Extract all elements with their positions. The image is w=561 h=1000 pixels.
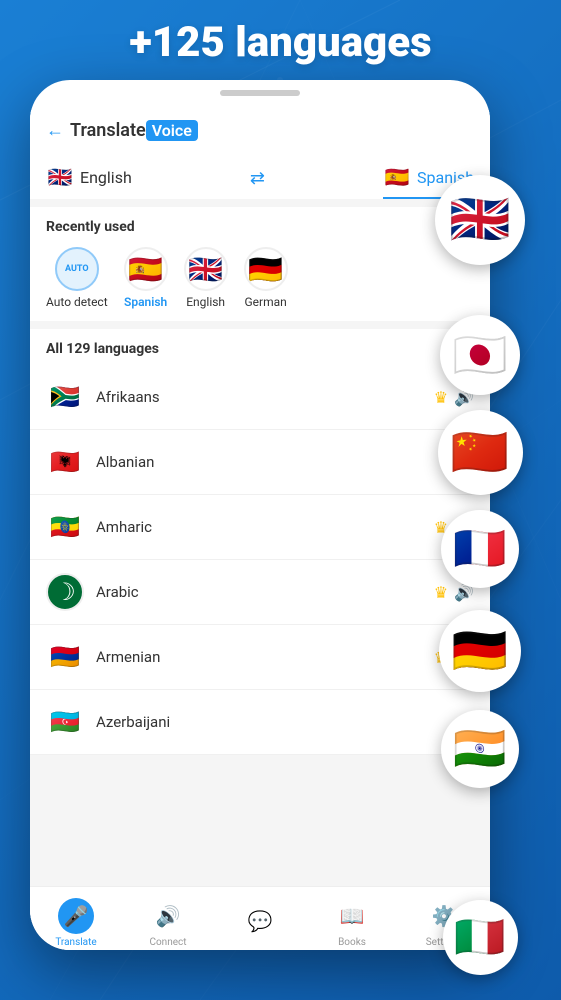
auto-detect-icon: AUTO <box>55 247 99 291</box>
bottom-navigation: 🎤 Translate 🔊 Connect 💬 📖 Bo <box>30 886 490 950</box>
side-flag-uk: 🇬🇧 <box>435 175 525 265</box>
nav-item-connect[interactable]: 🔊 Connect <box>122 890 214 948</box>
logo-voice: Voice <box>146 120 198 141</box>
source-flag: 🇬🇧 <box>46 163 74 191</box>
connect-nav-label: Connect <box>149 937 186 948</box>
azerbaijani-flag: 🇦🇿 <box>46 703 84 741</box>
side-flag-germany: 🇩🇪 <box>439 610 521 692</box>
amharic-flag: 🇪🇹 <box>46 508 84 546</box>
app-bar-left: ← TranslateVoice <box>46 120 198 141</box>
app-logo: TranslateVoice <box>70 120 198 141</box>
books-nav-label: Books <box>338 937 366 948</box>
side-flag-india: 🇮🇳 <box>441 710 519 788</box>
side-flag-france: 🇫🇷 <box>441 510 519 588</box>
recent-item-auto[interactable]: AUTO Auto detect <box>46 247 108 309</box>
list-item-azerbaijani[interactable]: 🇦🇿 Azerbaijani <box>30 690 490 755</box>
list-item-amharic[interactable]: 🇪🇹 Amharic ♛ 🔊 <box>30 495 490 560</box>
side-flag-italy: 🇮🇹 <box>443 900 518 975</box>
books-nav-icon-wrap: 📖 <box>334 898 370 934</box>
albanian-label: Albanian <box>96 453 462 471</box>
nav-item-translate[interactable]: 🎤 Translate <box>30 890 122 948</box>
logo-translate: Translate <box>70 120 146 141</box>
crown-icon: ♛ <box>434 388 448 407</box>
all-languages-section: All 129 languages <box>30 329 490 365</box>
albanian-flag: 🇦🇱 <box>46 443 84 481</box>
books-nav-icon: 📖 <box>340 904 365 928</box>
german-flag: 🇩🇪 <box>244 247 288 291</box>
list-item-afrikaans[interactable]: 🇿🇦 Afrikaans ♛ 🔊 <box>30 365 490 430</box>
source-language-label: English <box>80 168 132 187</box>
target-flag: 🇪🇸 <box>383 163 411 191</box>
list-item-arabic[interactable]: ☽ Arabic ♛ 🔊 <box>30 560 490 625</box>
spanish-label: Spanish <box>124 295 167 309</box>
amharic-label: Amharic <box>96 518 422 536</box>
afrikaans-label: Afrikaans <box>96 388 422 406</box>
back-arrow-icon[interactable]: ← <box>46 120 64 141</box>
translate-nav-icon: 🎤 <box>64 904 89 928</box>
crown-icon-arabic: ♛ <box>434 583 448 602</box>
connect-nav-icon-wrap: 🔊 <box>150 898 186 934</box>
auto-detect-label: Auto detect <box>46 295 108 309</box>
app-bar: ← TranslateVoice <box>30 110 490 149</box>
header-text: +125 languages <box>0 18 561 67</box>
list-item-armenian[interactable]: 🇦🇲 Armenian ♛ 🔊 <box>30 625 490 690</box>
chat-nav-icon-wrap: 💬 <box>242 903 278 939</box>
recent-item-spanish[interactable]: 🇪🇸 Spanish <box>124 247 168 309</box>
azerbaijani-label: Azerbaijani <box>96 713 462 731</box>
arabic-label: Arabic <box>96 583 422 601</box>
nav-item-chat[interactable]: 💬 <box>214 895 306 942</box>
side-flag-china: 🇨🇳 <box>438 410 523 495</box>
language-list: 🇿🇦 Afrikaans ♛ 🔊 🇦🇱 Albanian 🇪🇹 Amharic … <box>30 365 490 755</box>
spanish-flag: 🇪🇸 <box>124 247 168 291</box>
arabic-flag: ☽ <box>46 573 84 611</box>
recent-item-german[interactable]: 🇩🇪 German <box>244 247 288 309</box>
recently-used-section: Recently used AUTO Auto detect 🇪🇸 Spanis… <box>30 207 490 321</box>
swap-languages-button[interactable]: ⇄ <box>140 168 375 189</box>
phone-notch <box>220 90 300 96</box>
armenian-flag: 🇦🇲 <box>46 638 84 676</box>
chat-nav-icon: 💬 <box>248 909 273 933</box>
translate-nav-icon-wrap: 🎤 <box>58 898 94 934</box>
source-language-button[interactable]: 🇬🇧 English <box>46 157 132 199</box>
recently-used-title: Recently used <box>46 219 474 235</box>
translate-nav-label: Translate <box>55 937 96 948</box>
recent-items-list: AUTO Auto detect 🇪🇸 Spanish 🇬🇧 English 🇩… <box>46 247 474 309</box>
all-languages-title: All 129 languages <box>46 341 474 357</box>
afrikaans-flag: 🇿🇦 <box>46 378 84 416</box>
english-flag: 🇬🇧 <box>184 247 228 291</box>
recent-item-english[interactable]: 🇬🇧 English <box>184 247 228 309</box>
phone-frame: ← TranslateVoice 🇬🇧 English ⇄ 🇪🇸 Spanish… <box>30 80 490 950</box>
connect-nav-icon: 🔊 <box>156 904 181 928</box>
language-selector: 🇬🇧 English ⇄ 🇪🇸 Spanish <box>30 149 490 199</box>
list-item-albanian[interactable]: 🇦🇱 Albanian <box>30 430 490 495</box>
german-label: German <box>245 295 287 309</box>
phone-content: ← TranslateVoice 🇬🇧 English ⇄ 🇪🇸 Spanish… <box>30 110 490 950</box>
armenian-label: Armenian <box>96 648 422 666</box>
side-flag-japan: 🇯🇵 <box>440 315 520 395</box>
nav-item-books[interactable]: 📖 Books <box>306 890 398 948</box>
english-label: English <box>186 295 225 309</box>
